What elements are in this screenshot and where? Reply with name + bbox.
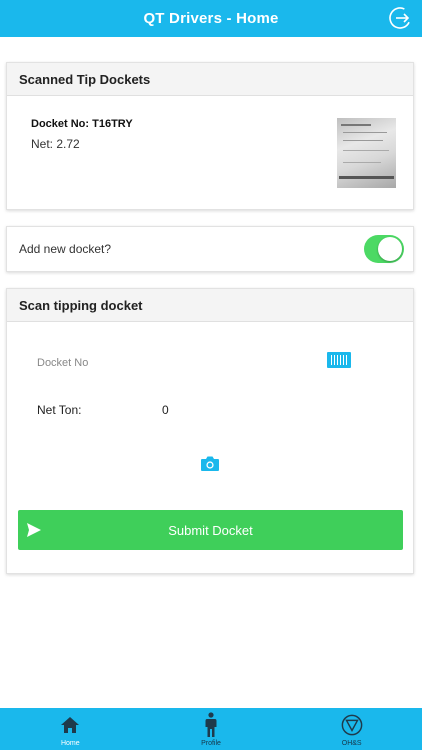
add-docket-toggle[interactable] <box>364 235 404 263</box>
docket-number: Docket No: T16TRY <box>31 118 133 130</box>
tab-ohs[interactable]: OH&S <box>281 708 422 750</box>
scan-docket-title: Scan tipping docket <box>7 289 413 322</box>
scanned-dockets-card: Scanned Tip Dockets Docket No: T16TRY Ne… <box>6 62 414 210</box>
header-bar: QT Drivers - Home <box>0 0 422 37</box>
scan-docket-card: Scan tipping docket Net Ton: 0 Submit Do… <box>6 288 414 574</box>
camera-icon[interactable] <box>200 455 220 472</box>
docket-net: Net: 2.72 <box>31 137 80 151</box>
add-docket-card: Add new docket? <box>6 226 414 272</box>
submit-docket-button[interactable]: Submit Docket <box>18 510 403 550</box>
submit-docket-label: Submit Docket <box>168 522 253 538</box>
add-docket-label: Add new docket? <box>19 242 112 256</box>
tab-home[interactable]: Home <box>0 708 141 750</box>
barcode-icon[interactable] <box>327 352 351 368</box>
net-ton-label: Net Ton: <box>37 403 82 417</box>
scanned-dockets-title: Scanned Tip Dockets <box>7 63 413 96</box>
shield-icon <box>341 712 363 738</box>
net-ton-value: 0 <box>162 403 169 417</box>
send-icon <box>26 522 42 538</box>
docket-thumbnail[interactable] <box>337 118 396 188</box>
tab-profile-label: Profile <box>201 740 221 747</box>
docket-no-input[interactable] <box>27 351 317 375</box>
home-icon <box>59 712 81 738</box>
tab-home-label: Home <box>60 740 80 747</box>
logout-icon[interactable] <box>388 6 412 30</box>
person-icon <box>200 712 222 738</box>
page-title: QT Drivers - Home <box>143 10 279 27</box>
tab-profile[interactable]: Profile <box>141 708 282 750</box>
bottom-tab-bar: Home Profile OH&S <box>0 708 422 750</box>
toggle-knob <box>378 237 402 261</box>
tab-ohs-label: OH&S <box>341 740 362 747</box>
